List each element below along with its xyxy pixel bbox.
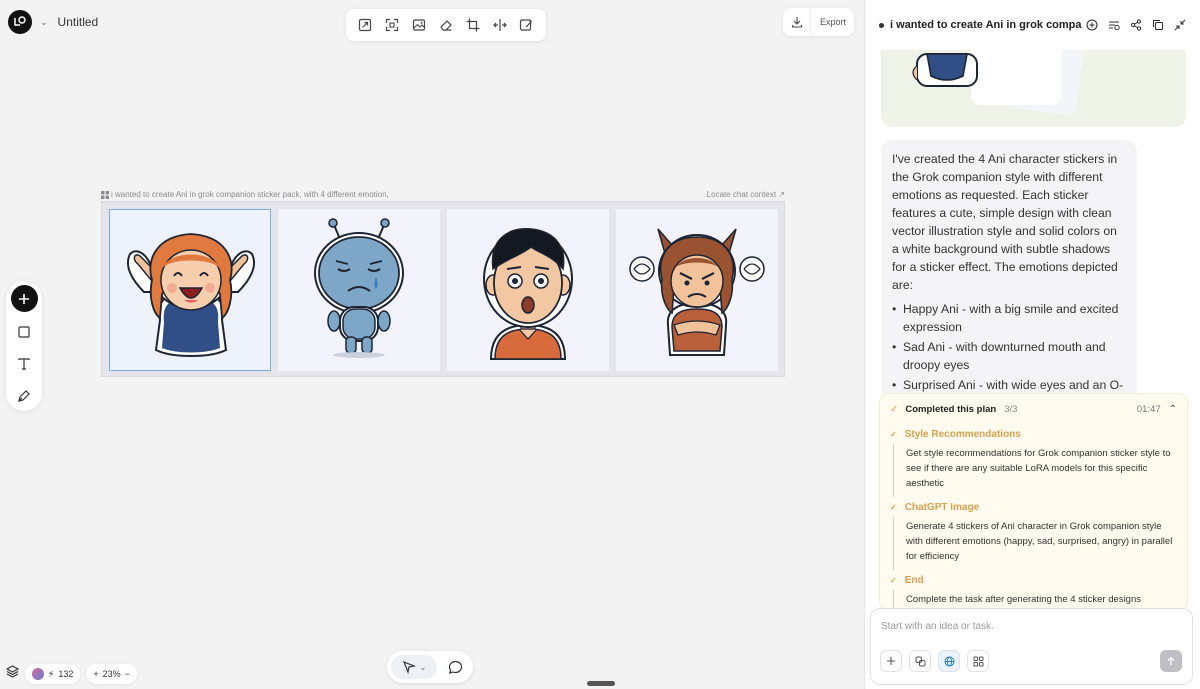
- chat-title[interactable]: i wanted to create Ani in grok companion…: [890, 19, 1082, 31]
- history-icon[interactable]: [1107, 18, 1121, 32]
- emotion-list: Happy Ani - with a big smile and excited…: [892, 300, 1126, 402]
- upscale-icon[interactable]: [354, 14, 376, 36]
- plan-header[interactable]: ✓ Completed this plan 3/3 01:47 ⌃: [880, 394, 1187, 424]
- avatar: [32, 668, 44, 680]
- step-title[interactable]: ✓ Style Recommendations: [890, 424, 1177, 444]
- rectangle-tool[interactable]: [12, 320, 36, 344]
- download-icon[interactable]: [783, 8, 811, 36]
- crop-icon[interactable]: [462, 14, 484, 36]
- plan-step: ✓ End Complete the task after generating …: [880, 570, 1187, 610]
- web-search-button[interactable]: [938, 650, 960, 672]
- layers-icon[interactable]: [5, 665, 20, 683]
- plan-step: ✓ Style Recommendations Get style recomme…: [880, 424, 1187, 497]
- grid-icon: [973, 656, 983, 666]
- globe-icon: [944, 656, 954, 666]
- split-icon[interactable]: [489, 14, 511, 36]
- pen-tool[interactable]: [12, 384, 36, 408]
- lightning-icon: ⚡︎: [48, 668, 55, 679]
- sticker-angry[interactable]: [616, 209, 778, 371]
- sticker-happy[interactable]: [109, 209, 271, 371]
- frame-caption: i wanted to create Ani in grok companion…: [101, 190, 785, 199]
- check-icon: ✓: [890, 502, 897, 512]
- zoom-out-icon[interactable]: −: [125, 669, 130, 679]
- step-title[interactable]: ✓ ChatGPT Image: [890, 497, 1177, 517]
- plan-panel: ✓ Completed this plan 3/3 01:47 ⌃ ✓ Style…: [879, 393, 1188, 611]
- sticker-sad[interactable]: [278, 209, 440, 371]
- zoom-level: 23%: [102, 669, 121, 679]
- send-button[interactable]: [1160, 650, 1182, 672]
- new-chat-icon[interactable]: [1085, 18, 1099, 32]
- image-icon[interactable]: [408, 14, 430, 36]
- check-icon: ✓: [890, 403, 899, 415]
- plan-step: ✓ ChatGPT Image Generate 4 stickers of An…: [880, 497, 1187, 570]
- check-icon: ✓: [890, 575, 897, 585]
- sticker-frame[interactable]: [101, 201, 785, 377]
- credits-badge[interactable]: ⚡︎ 132: [25, 664, 81, 684]
- edit-image-icon[interactable]: [515, 14, 537, 36]
- export-button[interactable]: Export: [811, 17, 846, 27]
- canvas[interactable]: ⌄ Untitled Export i wanted to create Ani…: [0, 0, 864, 689]
- locate-chat-context-link[interactable]: Locate chat context ↗: [707, 190, 785, 199]
- external-link-icon: ↗: [778, 190, 785, 199]
- step-title[interactable]: ✓ End: [890, 570, 1177, 590]
- document-menu[interactable]: ⌄ Untitled: [8, 10, 98, 34]
- square-icon: [18, 326, 30, 338]
- collapse-icon[interactable]: [1173, 18, 1187, 32]
- left-toolbar: [6, 281, 42, 411]
- erase-icon[interactable]: [435, 14, 457, 36]
- status-dot: [879, 22, 884, 28]
- sticker-surprised[interactable]: [447, 209, 609, 371]
- chat-input-box: [870, 608, 1193, 685]
- document-title[interactable]: Untitled: [58, 15, 99, 29]
- expand-icon[interactable]: [381, 14, 403, 36]
- plus-icon: [19, 293, 29, 304]
- tools-button[interactable]: [967, 650, 989, 672]
- list-item: Happy Ani - with a big smile and excited…: [892, 300, 1126, 336]
- chevron-down-icon[interactable]: ⌄: [40, 17, 48, 28]
- scroll-handle[interactable]: [587, 681, 615, 686]
- list-item: Sad Ani - with downturned mouth and droo…: [892, 338, 1126, 374]
- zoom-control: + 23% −: [86, 664, 137, 684]
- chat-input[interactable]: [881, 621, 1171, 632]
- step-description: Get style recommendations for Grok compa…: [893, 444, 1177, 497]
- plus-icon: [887, 657, 895, 665]
- bottom-left-controls: ⚡︎ 132 + 23% −: [5, 664, 137, 684]
- step-description: Generate 4 stickers of Ani character in …: [893, 517, 1177, 570]
- select-tool[interactable]: ⌄: [391, 655, 437, 679]
- grid-icon: [101, 190, 109, 199]
- chevron-down-icon[interactable]: ⌄: [420, 663, 427, 672]
- add-button[interactable]: [10, 285, 38, 312]
- credits-count: 132: [58, 669, 74, 679]
- copy-icon[interactable]: [1151, 18, 1165, 32]
- plan-title: Completed this plan: [905, 403, 997, 415]
- cursor-icon: [402, 660, 416, 674]
- frame-title: i wanted to create Ani in grok companion…: [111, 190, 389, 199]
- message-intro: I've created the 4 Ani character sticker…: [892, 152, 1118, 292]
- export-control: Export: [783, 8, 854, 36]
- share-icon[interactable]: [1129, 18, 1143, 32]
- assistant-message: I've created the 4 Ani character sticker…: [881, 140, 1137, 402]
- bottom-toolbar: ⌄: [387, 651, 473, 683]
- link-icon: [915, 656, 925, 666]
- plan-time: 01:47: [1136, 403, 1161, 415]
- attach-button[interactable]: [880, 650, 902, 672]
- chevron-up-icon[interactable]: ⌃: [1169, 404, 1177, 415]
- pen-icon: [18, 390, 30, 402]
- comment-tool[interactable]: [441, 655, 469, 679]
- chat-panel: i wanted to create Ani in grok companion…: [864, 0, 1200, 689]
- comment-icon: [448, 660, 462, 674]
- chat-header: i wanted to create Ani in grok companion…: [865, 0, 1200, 50]
- text-tool[interactable]: [12, 352, 36, 376]
- check-icon: ✓: [890, 429, 897, 439]
- arrow-up-icon: [1167, 656, 1175, 665]
- zoom-in-icon[interactable]: +: [93, 669, 98, 679]
- app-logo[interactable]: [8, 10, 32, 34]
- image-toolbar: [346, 9, 546, 41]
- link-button[interactable]: [909, 650, 931, 672]
- text-icon: [18, 358, 30, 370]
- plan-count: 3/3: [1004, 403, 1018, 415]
